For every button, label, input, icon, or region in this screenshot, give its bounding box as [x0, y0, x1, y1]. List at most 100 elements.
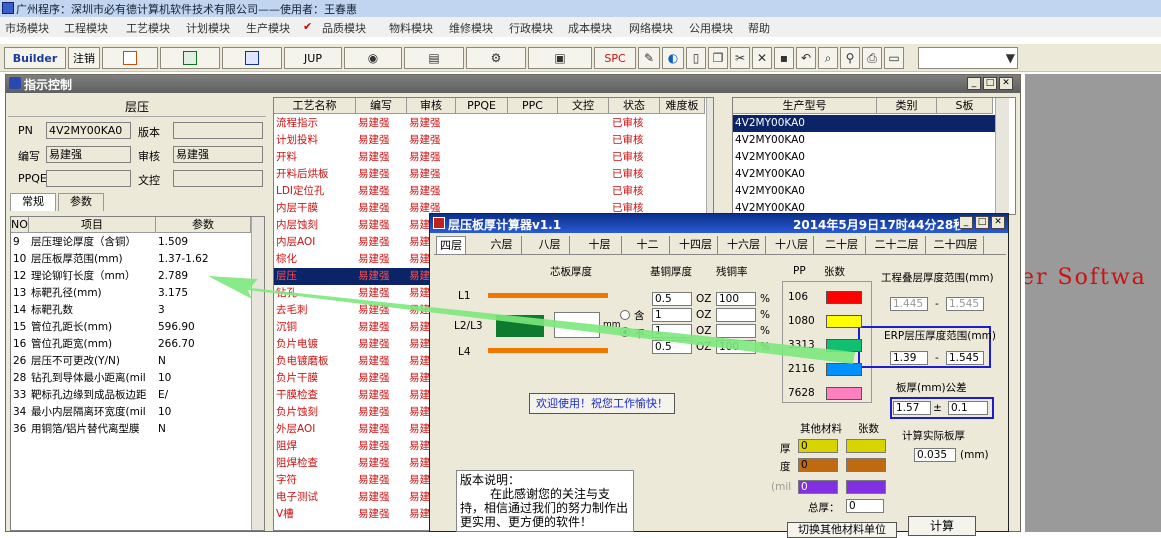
word-icon[interactable] [222, 47, 282, 69]
include-radio[interactable] [620, 310, 630, 320]
l4-copper-input[interactable]: 0.5 [652, 340, 692, 354]
pp-sheets-swatch[interactable] [826, 291, 862, 304]
delete-icon[interactable]: ✕ [752, 47, 772, 69]
review-field[interactable]: 易建强 [173, 146, 263, 163]
param-row[interactable]: 10 层压板厚范围(mm) 1.37-1.62 [11, 251, 251, 268]
save-icon[interactable]: ▪ [774, 47, 794, 69]
erp-max-input[interactable]: 1.545 [946, 351, 984, 365]
copy-icon[interactable]: ❐ [708, 47, 728, 69]
menu-admin[interactable]: 行政模块 [509, 20, 553, 36]
author-field[interactable]: 易建强 [46, 146, 131, 163]
erp-min-input[interactable]: 1.39 [890, 351, 928, 365]
menu-help[interactable]: 帮助 [748, 20, 770, 36]
calc-minimize-button[interactable]: _ [959, 216, 973, 229]
menu-maintenance[interactable]: 维修模块 [449, 20, 493, 36]
builder-button[interactable]: Builder [4, 47, 66, 69]
model-row[interactable]: 4V2MY00KA0 [733, 149, 995, 166]
calculate-button[interactable]: 计算 [908, 516, 976, 536]
eng-min-input[interactable]: 1.445 [890, 297, 928, 311]
not-include-radio[interactable] [620, 327, 630, 337]
page-icon[interactable]: ▭ [884, 47, 904, 69]
tab-16-layer[interactable]: 十六层 [722, 236, 766, 254]
tab-8-layer[interactable]: 八层 [530, 236, 570, 254]
preview-icon[interactable]: ⌕ [818, 47, 838, 69]
param-row[interactable]: 15 管位孔距长(mm) 596.90 [11, 319, 251, 336]
l1-copper-input[interactable]: 0.5 [652, 292, 692, 306]
process-row[interactable]: 计划投料 易建强 易建强 已审核 [274, 132, 705, 149]
globe-icon[interactable]: ◐ [662, 47, 684, 69]
tab-params[interactable]: 参数 [58, 193, 104, 211]
database-icon[interactable]: ▤ [404, 47, 464, 69]
print-icon[interactable]: ⎙ [862, 47, 882, 69]
thickness-input[interactable]: 1.57 [893, 401, 931, 415]
search-icon[interactable]: ⚲ [840, 47, 860, 69]
ppt-icon[interactable] [102, 47, 158, 69]
core-thickness-input[interactable] [554, 312, 600, 338]
other-thick-1[interactable]: 0 [798, 439, 838, 453]
tab-24-layer[interactable]: 二十四层 [928, 236, 984, 254]
menu-common[interactable]: 公用模块 [689, 20, 733, 36]
control-field[interactable] [173, 170, 263, 187]
tab-10-layer[interactable]: 十层 [578, 236, 622, 254]
menu-process[interactable]: 工艺模块 [126, 20, 170, 36]
cut-icon[interactable]: ✂ [730, 47, 750, 69]
l4-residual-input[interactable]: 100 [716, 340, 756, 354]
other-thick-3[interactable]: 0 [798, 480, 838, 494]
tab-18-layer[interactable]: 十八层 [770, 236, 814, 254]
other-sheets-2[interactable] [846, 458, 886, 472]
l2-copper-input[interactable]: 1 [652, 308, 692, 322]
new-file-icon[interactable]: ▯ [686, 47, 706, 69]
computer-icon[interactable]: ▣ [528, 47, 592, 69]
eye-icon[interactable]: ◉ [344, 47, 402, 69]
process-row[interactable]: 开料后烘板 易建强 易建强 已审核 [274, 166, 705, 183]
param-row[interactable]: 12 理论铆钉长度（mm） 2.789 [11, 268, 251, 285]
undo-icon[interactable]: ↶ [796, 47, 816, 69]
calc-close-button[interactable]: ✕ [991, 216, 1005, 229]
toolbar-dropdown[interactable]: ▼ [918, 47, 1018, 69]
ppqe-field[interactable] [46, 170, 131, 187]
eng-max-input[interactable]: 1.545 [946, 297, 984, 311]
tab-12-layer[interactable]: 十二 [626, 236, 670, 254]
menu-plan[interactable]: 计划模块 [186, 20, 230, 36]
process-row[interactable]: LDI定位孔 易建强 易建强 已审核 [274, 183, 705, 200]
pp-sheets-swatch[interactable] [826, 363, 862, 376]
model-row[interactable]: 4V2MY00KA0 [733, 183, 995, 200]
l3-copper-input[interactable]: 1 [652, 324, 692, 338]
tab-14-layer[interactable]: 十四层 [674, 236, 718, 254]
l1-residual-input[interactable]: 100 [716, 292, 756, 306]
menu-cost[interactable]: 成本模块 [568, 20, 612, 36]
tab-general[interactable]: 常规 [10, 193, 56, 211]
tolerance-input[interactable]: 0.1 [948, 401, 988, 415]
model-row[interactable]: 4V2MY00KA0 [733, 166, 995, 183]
minimize-button[interactable]: _ [967, 77, 981, 90]
notes-icon[interactable]: ✎ [638, 47, 660, 69]
version-field[interactable] [173, 122, 263, 139]
jup-button[interactable]: JUP [284, 47, 342, 69]
menu-network[interactable]: 网络模块 [629, 20, 673, 36]
close-button[interactable]: ✕ [999, 77, 1013, 90]
l3-residual-input[interactable] [716, 324, 756, 338]
param-row[interactable]: 36 用铜箔/铝片替代离型膜 N [11, 421, 251, 438]
menu-production[interactable]: 生产模块 [246, 20, 290, 36]
menu-engineering[interactable]: 工程模块 [64, 20, 108, 36]
process-row[interactable]: 流程指示 易建强 易建强 已审核 [274, 115, 705, 132]
param-row[interactable]: 26 层压不可更改(Y/N) N [11, 353, 251, 370]
spc-button[interactable]: SPC [594, 47, 636, 69]
model-scrollbar[interactable] [995, 98, 1009, 214]
model-row[interactable]: 4V2MY00KA0 [733, 132, 995, 149]
other-sheets-1[interactable] [846, 439, 886, 453]
pp-sheets-swatch[interactable] [826, 315, 862, 328]
menu-quality[interactable]: 品质模块 [322, 20, 366, 36]
param-row[interactable]: 34 最小内层隔离环宽度(mil 10 [11, 404, 251, 421]
maximize-button[interactable]: □ [983, 77, 997, 90]
params-scrollbar[interactable] [251, 217, 264, 530]
switch-unit-button[interactable]: 切换其他材料单位 [787, 522, 897, 538]
param-row[interactable]: 14 标靶孔数 3 [11, 302, 251, 319]
process-row[interactable]: 开料 易建强 易建强 已审核 [274, 149, 705, 166]
tab-4-layer[interactable]: 四层 [436, 236, 466, 254]
tab-20-layer[interactable]: 二十层 [818, 236, 866, 254]
logout-button[interactable]: 注销 [68, 47, 100, 69]
calc-maximize-button[interactable]: □ [975, 216, 989, 229]
pp-sheets-swatch[interactable] [826, 387, 862, 400]
pn-field[interactable]: 4V2MY00KA0 [46, 122, 131, 139]
